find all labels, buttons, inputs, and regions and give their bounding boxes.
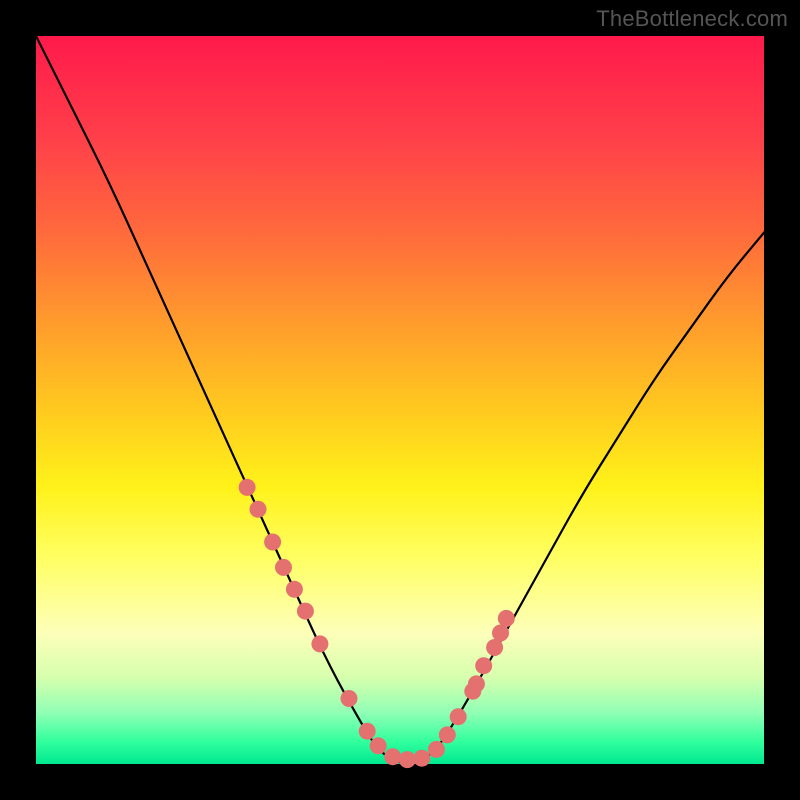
data-marker [311,635,328,652]
data-marker [428,741,445,758]
data-marker [468,675,485,692]
data-marker [370,737,387,754]
data-marker [486,639,503,656]
data-marker [275,559,292,576]
chart-svg [36,36,764,764]
data-marker [341,690,358,707]
data-marker [450,708,467,725]
data-marker [264,534,281,551]
data-marker [492,625,509,642]
data-marker [399,751,416,768]
data-marker [239,479,256,496]
bottleneck-curve [36,36,764,763]
plot-area [36,36,764,764]
data-marker [297,603,314,620]
marker-group [239,479,515,768]
chart-frame: TheBottleneck.com [0,0,800,800]
attribution-watermark: TheBottleneck.com [596,6,788,32]
data-marker [498,610,515,627]
data-marker [359,723,376,740]
data-marker [250,501,267,518]
data-marker [286,581,303,598]
data-marker [413,750,430,767]
data-marker [475,657,492,674]
data-marker [384,748,401,765]
data-marker [439,726,456,743]
